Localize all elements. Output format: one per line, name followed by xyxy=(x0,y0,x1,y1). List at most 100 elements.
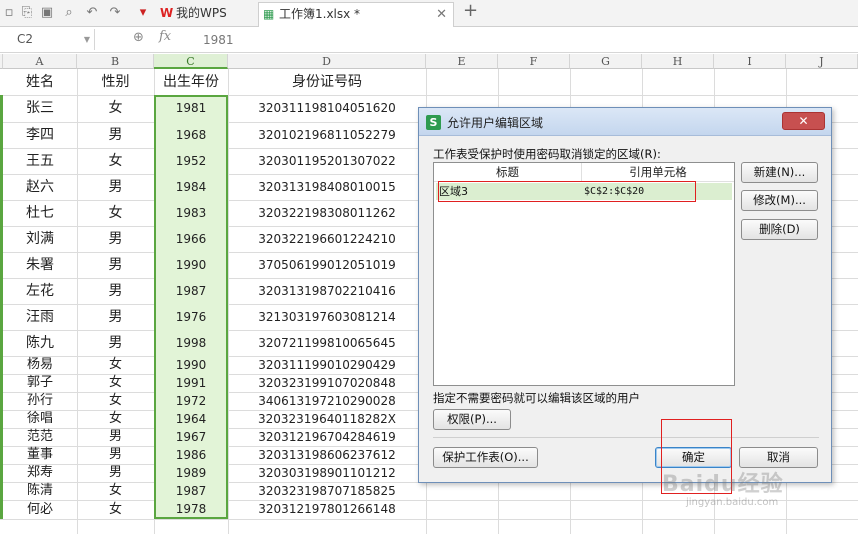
year-cell[interactable]: 1986 xyxy=(154,446,228,464)
save-icon[interactable]: ▣ xyxy=(40,6,54,20)
gender-cell[interactable]: 女 xyxy=(77,374,154,392)
gender-cell[interactable]: 女 xyxy=(77,95,154,122)
permissions-button[interactable]: 权限(P)... xyxy=(433,409,511,430)
new-range-button[interactable]: 新建(N)... xyxy=(741,162,818,183)
column-ref-header[interactable]: 引用单元格 xyxy=(582,163,734,182)
year-cell[interactable]: 1987 xyxy=(154,278,228,304)
name-cell[interactable]: 张三 xyxy=(3,95,77,122)
name-cell[interactable]: 李四 xyxy=(3,122,77,148)
column-title-header[interactable]: 标题 xyxy=(434,163,582,182)
close-tab-icon[interactable]: ✕ xyxy=(436,3,447,26)
year-cell[interactable]: 1981 xyxy=(154,95,228,122)
header-cell-id[interactable]: 身份证号码 xyxy=(228,69,426,95)
id-number-cell[interactable]: 320301195201307022 xyxy=(228,148,426,174)
column-header-A[interactable]: A xyxy=(3,54,77,69)
open-file-icon[interactable]: ⎘ xyxy=(20,6,34,20)
name-cell[interactable]: 杨易 xyxy=(3,356,77,374)
name-cell[interactable]: 陈清 xyxy=(3,482,77,500)
year-cell[interactable]: 1990 xyxy=(154,356,228,374)
id-number-cell[interactable]: 320313198408010015 xyxy=(228,174,426,200)
id-number-cell[interactable]: 320323199107020848 xyxy=(228,374,426,392)
formula-input[interactable]: 1981 xyxy=(203,33,234,47)
gender-cell[interactable]: 女 xyxy=(77,148,154,174)
year-cell[interactable]: 1968 xyxy=(154,122,228,148)
gender-cell[interactable]: 男 xyxy=(77,226,154,252)
gender-cell[interactable]: 女 xyxy=(77,356,154,374)
gender-cell[interactable]: 男 xyxy=(77,304,154,330)
dialog-title-bar[interactable]: S 允许用户编辑区域 ✕ xyxy=(419,108,831,136)
print-preview-icon[interactable]: ⌕ xyxy=(62,6,76,20)
id-number-cell[interactable]: 320322196601224210 xyxy=(228,226,426,252)
year-cell[interactable]: 1983 xyxy=(154,200,228,226)
year-cell[interactable]: 1967 xyxy=(154,428,228,446)
id-number-cell[interactable]: 321303197603081214 xyxy=(228,304,426,330)
id-number-cell[interactable]: 320312197801266148 xyxy=(228,500,426,519)
name-cell[interactable]: 汪雨 xyxy=(3,304,77,330)
name-cell[interactable]: 杜七 xyxy=(3,200,77,226)
year-cell[interactable]: 1976 xyxy=(154,304,228,330)
name-cell[interactable]: 董事 xyxy=(3,446,77,464)
column-header-B[interactable]: B xyxy=(77,54,154,69)
year-cell[interactable]: 1998 xyxy=(154,330,228,356)
new-file-icon[interactable]: ▫ xyxy=(2,6,16,20)
id-number-cell[interactable]: 320313198606237612 xyxy=(228,446,426,464)
header-cell-gender[interactable]: 性别 xyxy=(77,69,154,95)
name-cell[interactable]: 何必 xyxy=(3,500,77,519)
column-header-J[interactable]: J xyxy=(786,54,858,69)
customize-dropdown-icon[interactable]: ▾ xyxy=(136,6,150,20)
id-number-cell[interactable]: 320311198104051620 xyxy=(228,95,426,122)
name-cell[interactable]: 赵六 xyxy=(3,174,77,200)
ranges-list[interactable]: 标题 引用单元格 区域3 $C$2:$C$20 xyxy=(433,162,735,386)
year-cell[interactable]: 1972 xyxy=(154,392,228,410)
column-header-E[interactable]: E xyxy=(426,54,498,69)
id-number-cell[interactable]: 32032319640118282X xyxy=(228,410,426,428)
year-cell[interactable]: 1987 xyxy=(154,482,228,500)
year-cell[interactable]: 1984 xyxy=(154,174,228,200)
gender-cell[interactable]: 男 xyxy=(77,122,154,148)
name-box[interactable]: C2 ▼ xyxy=(0,29,95,50)
column-header-D[interactable]: D xyxy=(228,54,426,69)
year-cell[interactable]: 1978 xyxy=(154,500,228,519)
tab-workbook[interactable]: ▦ 工作簿1.xlsx * ✕ xyxy=(258,2,454,27)
close-button[interactable]: ✕ xyxy=(782,112,825,130)
column-header-F[interactable]: F xyxy=(498,54,570,69)
year-cell[interactable]: 1964 xyxy=(154,410,228,428)
id-number-cell[interactable]: 370506199012051019 xyxy=(228,252,426,278)
gender-cell[interactable]: 男 xyxy=(77,174,154,200)
name-cell[interactable]: 刘满 xyxy=(3,226,77,252)
modify-range-button[interactable]: 修改(M)... xyxy=(741,190,818,211)
name-cell[interactable]: 陈九 xyxy=(3,330,77,356)
delete-range-button[interactable]: 删除(D) xyxy=(741,219,818,240)
gender-cell[interactable]: 女 xyxy=(77,392,154,410)
tab-my-wps[interactable]: W 我的WPS xyxy=(156,2,256,27)
column-header-H[interactable]: H xyxy=(642,54,714,69)
cancel-button[interactable]: 取消 xyxy=(739,447,818,468)
id-number-cell[interactable]: 320322198308011262 xyxy=(228,200,426,226)
insert-function-icon[interactable]: fx xyxy=(159,29,171,44)
undo-icon[interactable]: ↶ xyxy=(85,6,99,20)
column-header-G[interactable]: G xyxy=(570,54,642,69)
gender-cell[interactable]: 男 xyxy=(77,464,154,482)
name-cell[interactable]: 徐唱 xyxy=(3,410,77,428)
id-number-cell[interactable]: 320323198707185825 xyxy=(228,482,426,500)
chevron-down-icon[interactable]: ▼ xyxy=(84,29,90,50)
name-cell[interactable]: 王五 xyxy=(3,148,77,174)
gender-cell[interactable]: 男 xyxy=(77,278,154,304)
gender-cell[interactable]: 男 xyxy=(77,252,154,278)
zoom-icon[interactable]: ⊕ xyxy=(133,30,144,45)
year-cell[interactable]: 1990 xyxy=(154,252,228,278)
column-header-C[interactable]: C xyxy=(154,54,228,69)
year-cell[interactable]: 1966 xyxy=(154,226,228,252)
gender-cell[interactable]: 男 xyxy=(77,428,154,446)
id-number-cell[interactable]: 320102196811052279 xyxy=(228,122,426,148)
header-cell-name[interactable]: 姓名 xyxy=(3,69,77,95)
name-cell[interactable]: 郭子 xyxy=(3,374,77,392)
name-cell[interactable]: 朱署 xyxy=(3,252,77,278)
name-cell[interactable]: 郑寿 xyxy=(3,464,77,482)
gender-cell[interactable]: 女 xyxy=(77,500,154,519)
new-tab-icon[interactable]: + xyxy=(463,2,478,20)
id-number-cell[interactable]: 320303198901101212 xyxy=(228,464,426,482)
year-cell[interactable]: 1989 xyxy=(154,464,228,482)
id-number-cell[interactable]: 320313198702210416 xyxy=(228,278,426,304)
id-number-cell[interactable]: 340613197210290028 xyxy=(228,392,426,410)
